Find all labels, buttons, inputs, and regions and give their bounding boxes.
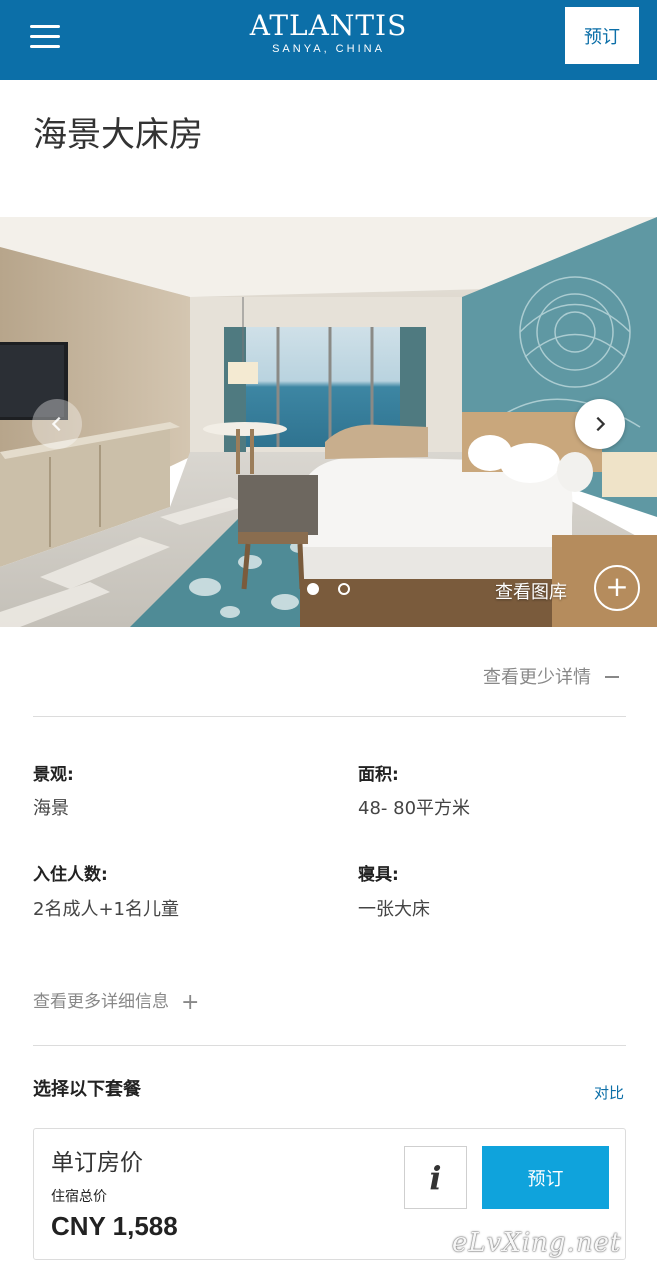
logo-main-text: ATLANTIS <box>249 9 408 42</box>
info-icon[interactable]: i <box>404 1146 467 1209</box>
chevron-left-icon <box>51 416 61 432</box>
logo-sub-text: SANYA, CHINA <box>272 43 385 55</box>
area-value: 48- 80平方米 <box>358 798 471 819</box>
plus-circle-icon[interactable]: + <box>594 565 640 611</box>
rate-name: 单订房价 <box>51 1150 143 1176</box>
gallery-next-button[interactable] <box>575 399 625 449</box>
plus-icon: + <box>181 990 200 1015</box>
room-photo-gallery[interactable]: 查看图库 + <box>0 217 657 627</box>
gallery-dot-1[interactable] <box>307 583 319 595</box>
view-value: 海景 <box>33 798 69 819</box>
minus-icon <box>605 675 619 678</box>
view-gallery-link[interactable]: 查看图库 <box>495 578 567 604</box>
header-book-button[interactable]: 预订 <box>565 7 639 64</box>
divider <box>33 716 626 717</box>
page-title: 海景大床房 <box>33 115 203 155</box>
gallery-dot-2[interactable] <box>338 583 350 595</box>
divider <box>33 1045 626 1046</box>
show-less-details-label: 查看更少详情 <box>483 667 591 688</box>
view-label: 景观: <box>33 765 74 785</box>
bedding-value: 一张大床 <box>358 899 430 920</box>
occupancy-value: 2名成人+1名儿童 <box>33 899 179 920</box>
occupancy-label: 入住人数: <box>33 865 108 885</box>
chevron-right-icon <box>596 416 606 432</box>
book-rate-button[interactable]: 预订 <box>482 1146 609 1209</box>
gallery-prev-button[interactable] <box>32 399 82 449</box>
select-package-title: 选择以下套餐 <box>33 1079 141 1100</box>
compare-link[interactable]: 对比 <box>594 1082 624 1103</box>
rate-total-label: 住宿总价 <box>51 1189 107 1205</box>
rate-price: CNY 1,588 <box>51 1211 178 1241</box>
area-label: 面积: <box>358 765 399 785</box>
top-header: ATLANTIS SANYA, CHINA 预订 <box>0 0 657 80</box>
room-photo <box>0 217 657 627</box>
atlantis-logo[interactable]: ATLANTIS SANYA, CHINA <box>0 10 657 56</box>
show-less-details-link[interactable]: 查看更少详情 <box>483 663 619 689</box>
watermark: eLvXing.net <box>452 1228 622 1258</box>
bedding-label: 寝具: <box>358 865 399 885</box>
show-more-info-label: 查看更多详细信息 <box>33 992 169 1012</box>
show-more-info-link[interactable]: 查看更多详细信息 + <box>33 987 199 1015</box>
